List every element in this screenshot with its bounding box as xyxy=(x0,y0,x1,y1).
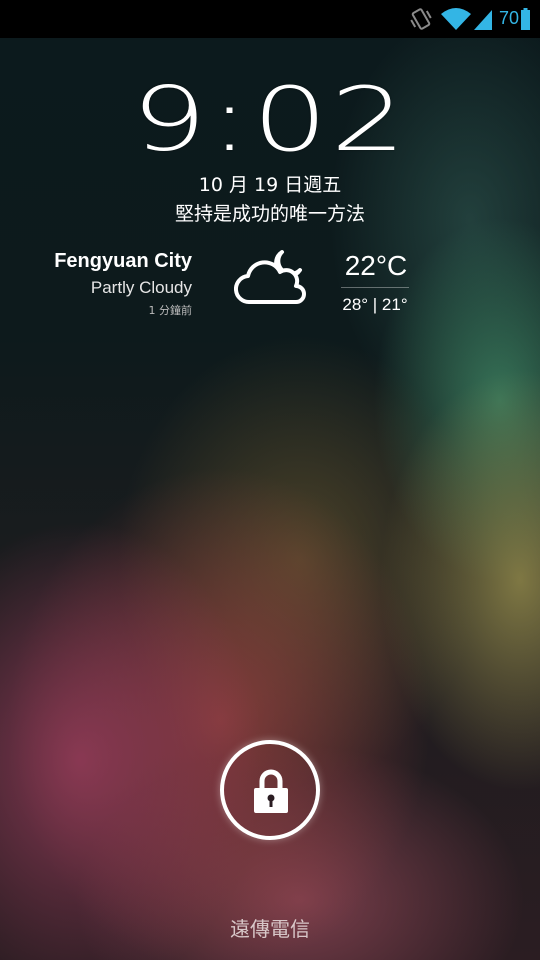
battery-icon xyxy=(521,8,530,30)
weather-condition: Partly Cloudy xyxy=(90,278,192,297)
cell-signal-icon xyxy=(474,10,492,30)
temperature-divider xyxy=(341,287,409,288)
clock: 9:02 xyxy=(131,68,409,171)
weather-high-low: 28° | 21° xyxy=(342,295,408,314)
owner-info: 堅持是成功的唯一方法 xyxy=(174,203,365,225)
lockscreen: 70 9:02 10 月 19 日週五 堅持是成功的唯一方法 Fengyuan … xyxy=(0,0,540,960)
status-bar: 70 xyxy=(0,0,540,38)
weather-city: Fengyuan City xyxy=(54,250,192,272)
weather-temperature: 22°C xyxy=(344,250,408,281)
partly-cloudy-night-icon xyxy=(234,250,306,305)
date: 10 月 19 日週五 xyxy=(198,174,342,196)
lock-icon xyxy=(254,769,288,813)
weather-updated: 1 分鐘前 xyxy=(148,304,193,317)
battery-level: 70 xyxy=(499,8,520,28)
carrier-label: 遠傳電信 xyxy=(230,917,310,941)
wifi-icon xyxy=(441,8,471,30)
vibrate-icon xyxy=(410,8,432,30)
